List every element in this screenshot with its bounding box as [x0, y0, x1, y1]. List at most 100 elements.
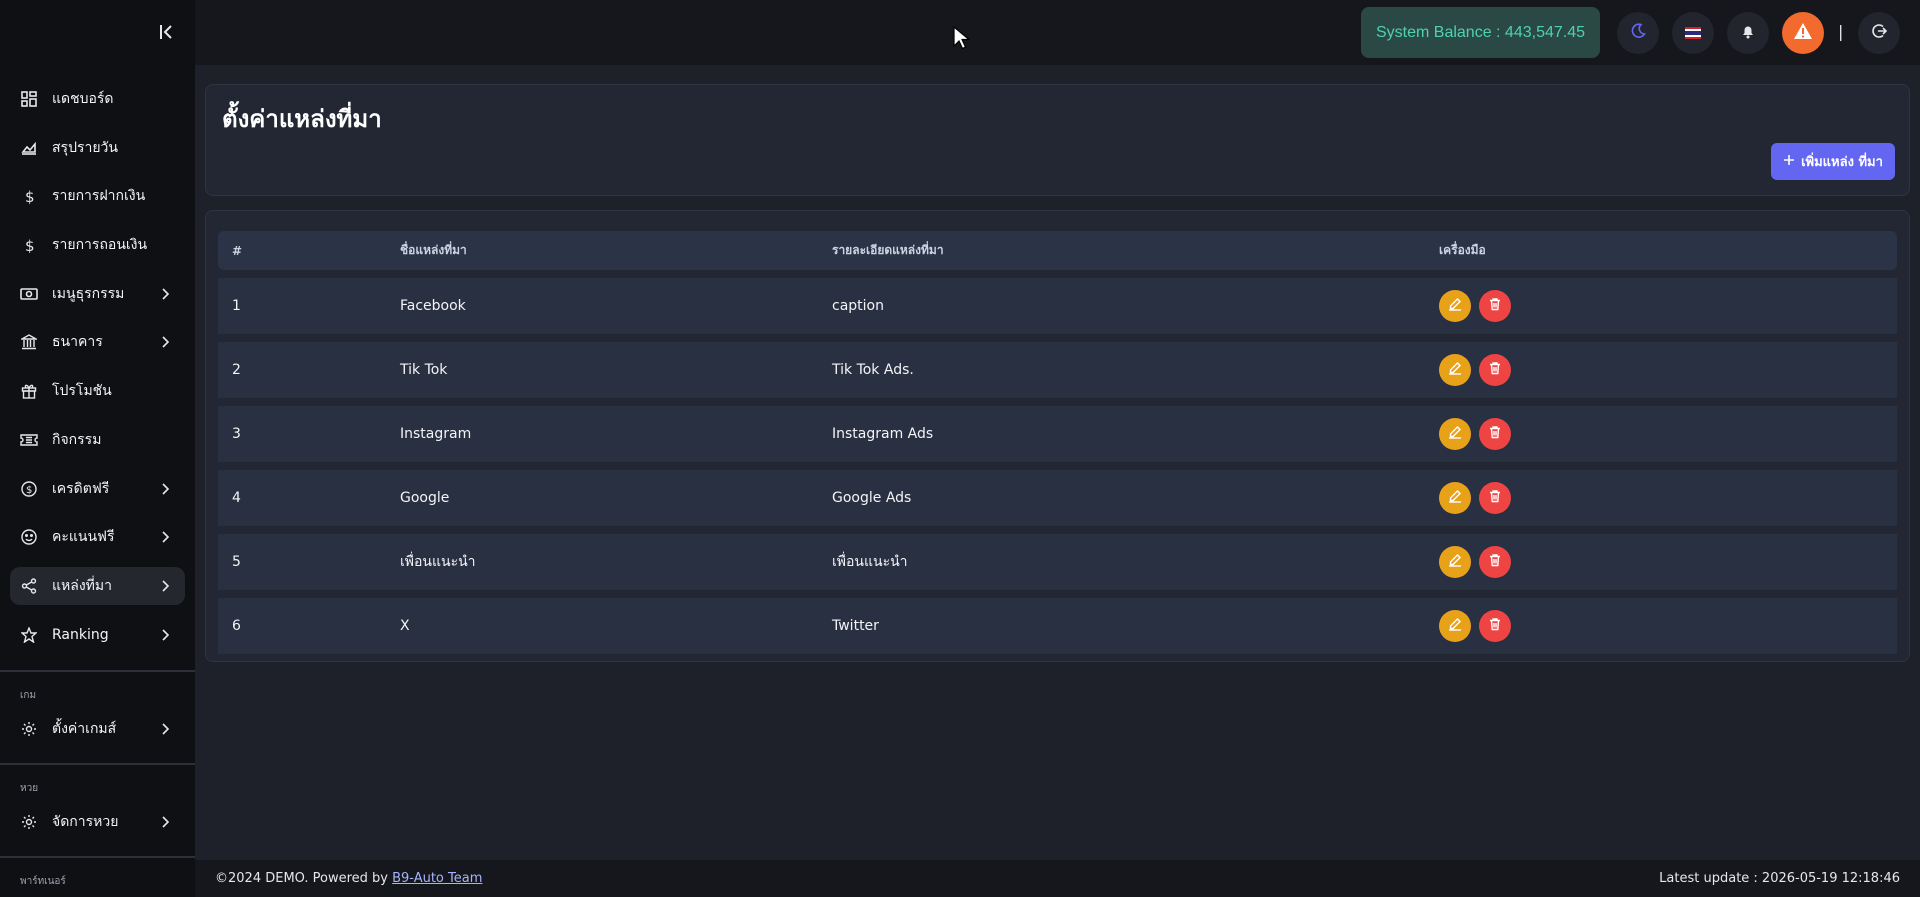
pencil-icon	[1448, 425, 1462, 443]
table-row: 6 X Twitter	[218, 598, 1897, 654]
sidebar-item-free-points[interactable]: คะแนนฟรี	[10, 518, 185, 556]
edit-button[interactable]	[1439, 290, 1471, 322]
edit-button[interactable]	[1439, 610, 1471, 642]
sidebar-item-label: เครดิตฟรี	[52, 480, 110, 497]
sidebar-item-lotto-manage[interactable]: จัดการหวย	[10, 803, 185, 841]
svg-text:$: $	[26, 485, 32, 496]
sidebar-item-free-credit[interactable]: $ เครดิตฟรี	[10, 470, 185, 508]
coin-icon: $	[20, 480, 38, 498]
sidebar-item-game-settings[interactable]: ตั้งค่าเกมส์	[10, 710, 185, 748]
sidebar-item-label: รายการถอนเงิน	[52, 237, 148, 254]
sidebar-game-group: ตั้งค่าเกมส์	[10, 710, 185, 759]
sidebar-item-sources[interactable]: แหล่งที่มา	[10, 566, 185, 605]
row-actions	[1439, 354, 1511, 386]
chevron-right-icon	[159, 579, 171, 593]
row-source-name: Facebook	[400, 298, 466, 314]
system-balance-badge: System Balance : 443,547.45	[1361, 7, 1600, 58]
dark-mode-button[interactable]	[1617, 12, 1659, 54]
sidebar-item-label: รายการฝากเงิน	[52, 188, 146, 205]
dashboard-icon	[20, 90, 38, 108]
mouse-cursor-icon	[952, 25, 971, 55]
row-number: 1	[232, 298, 241, 314]
row-source-name: X	[400, 618, 410, 634]
row-number: 4	[232, 490, 241, 506]
last-update: Latest update : 2026-05-19 12:18:46	[1659, 871, 1900, 886]
sidebar-item-ranking[interactable]: Ranking	[10, 616, 185, 654]
collapse-sidebar-icon[interactable]	[156, 22, 176, 42]
gear-icon	[20, 813, 38, 831]
svg-text:$: $	[25, 188, 35, 204]
row-actions	[1439, 290, 1511, 322]
sidebar-item-deposits[interactable]: $ รายการฝากเงิน	[10, 177, 185, 215]
column-header-number: #	[232, 243, 243, 258]
delete-button[interactable]	[1479, 354, 1511, 386]
row-actions	[1439, 546, 1511, 578]
logout-icon	[1871, 23, 1888, 43]
sidebar-item-withdrawals[interactable]: $ รายการถอนเงิน	[10, 226, 185, 264]
sidebar-item-transactions[interactable]: เมนูธุรกรรม	[10, 275, 185, 313]
pencil-icon	[1448, 617, 1462, 635]
page-header-card: ตั้งค่าแหล่งที่มา เพิ่มแหล่ง ที่มา	[205, 84, 1910, 196]
team-link-text: Team	[443, 871, 483, 886]
pencil-icon	[1448, 361, 1462, 379]
copyright-text: ©2024 DEMO. Powered by	[215, 871, 393, 886]
sidebar-item-promotion[interactable]: โปรโมชัน	[10, 372, 185, 410]
table-header: # ชื่อแหล่งที่มา รายละเอียดแหล่งที่มา เค…	[218, 231, 1897, 270]
delete-button[interactable]	[1479, 546, 1511, 578]
sidebar-lotto-group: จัดการหวย	[10, 803, 185, 852]
sidebar-item-label: โปรโมชัน	[52, 383, 112, 400]
pencil-icon	[1448, 297, 1462, 315]
logout-button[interactable]	[1858, 12, 1900, 54]
sidebar-item-label: เมนูธุรกรรม	[52, 285, 125, 302]
row-source-name: Instagram	[400, 426, 472, 442]
alert-button[interactable]	[1782, 12, 1824, 54]
svg-text:$: $	[25, 237, 35, 253]
edit-button[interactable]	[1439, 546, 1471, 578]
dollar-icon: $	[20, 187, 38, 205]
sidebar-item-dashboard[interactable]: แดชบอร์ด	[10, 80, 185, 118]
footer: ©2024 DEMO. Powered by B9-Auto Team Late…	[195, 860, 1920, 897]
edit-button[interactable]	[1439, 482, 1471, 514]
edit-button[interactable]	[1439, 354, 1471, 386]
column-header-detail: รายละเอียดแหล่งที่มา	[832, 243, 944, 257]
delete-button[interactable]	[1479, 482, 1511, 514]
trash-icon	[1488, 617, 1502, 635]
edit-button[interactable]	[1439, 418, 1471, 450]
row-number: 6	[232, 618, 241, 634]
trash-icon	[1488, 553, 1502, 571]
delete-button[interactable]	[1479, 418, 1511, 450]
sidebar-divider	[0, 856, 195, 858]
add-source-label: เพิ่มแหล่ง ที่มา	[1801, 155, 1883, 170]
gift-icon	[20, 382, 38, 400]
top-header: System Balance : 443,547.45 |	[195, 0, 1920, 65]
plus-icon	[1783, 154, 1795, 170]
money-bill-icon	[20, 285, 38, 303]
pencil-icon	[1448, 553, 1462, 571]
delete-button[interactable]	[1479, 290, 1511, 322]
sidebar-item-label: Ranking	[52, 626, 109, 643]
row-source-detail: Twitter	[832, 618, 879, 634]
sidebar-item-label: ตั้งค่าเกมส์	[52, 721, 117, 737]
delete-button[interactable]	[1479, 610, 1511, 642]
sidebar-item-bank[interactable]: ธนาคาร	[10, 323, 185, 361]
notification-button[interactable]	[1727, 12, 1769, 54]
trash-icon	[1488, 425, 1502, 443]
sidebar-item-label: แดชบอร์ด	[52, 91, 114, 107]
bell-icon	[1740, 23, 1756, 43]
trash-icon	[1488, 489, 1502, 507]
add-source-button[interactable]: เพิ่มแหล่ง ที่มา	[1771, 143, 1895, 180]
row-source-detail: Tik Tok Ads.	[832, 362, 914, 378]
row-source-detail: Instagram Ads	[832, 426, 934, 442]
chevron-right-icon	[159, 628, 171, 642]
sidebar-item-daily-summary[interactable]: สรุปรายวัน	[10, 129, 185, 167]
sidebar-divider	[0, 670, 195, 672]
sidebar-item-activity[interactable]: กิจกรรม	[10, 421, 185, 459]
pencil-icon	[1448, 489, 1462, 507]
language-button[interactable]	[1672, 12, 1714, 54]
row-source-name: Google	[400, 490, 450, 506]
powered-by-link[interactable]: B9-Auto Team	[392, 871, 482, 886]
sidebar: แดชบอร์ด สรุปรายวัน $ รายการฝากเงิน $ รา…	[0, 0, 195, 897]
column-header-tools: เครื่องมือ	[1439, 243, 1486, 257]
star-icon	[20, 626, 38, 644]
row-source-name: Tik Tok	[400, 362, 448, 378]
